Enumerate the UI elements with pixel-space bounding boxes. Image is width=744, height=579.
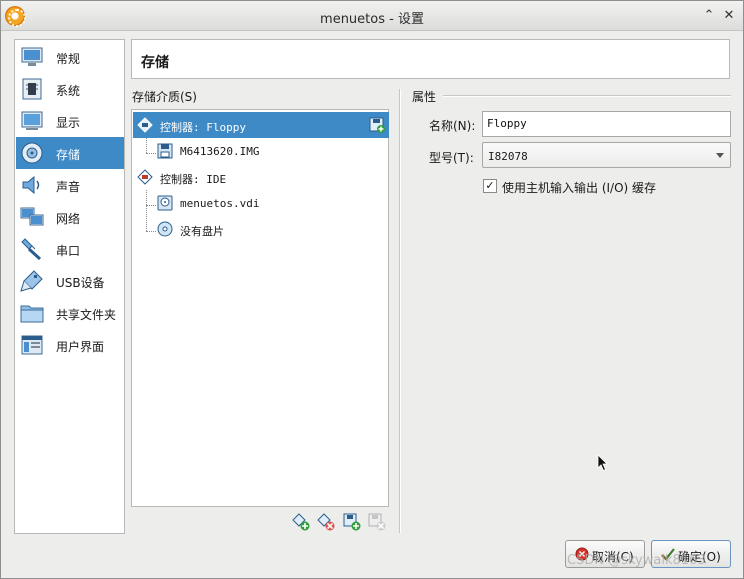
tree-item-label: 控制器: Floppy (160, 121, 246, 134)
display-icon (21, 111, 43, 130)
remove-controller-icon[interactable] (317, 513, 335, 531)
page-title: 存储 (141, 55, 169, 71)
nav-item-network[interactable]: 网络 (16, 201, 124, 233)
tree-item-floppy-image[interactable]: M6413620.IMG (133, 138, 389, 164)
tree-item-label: menuetos.vdi (180, 197, 260, 210)
nav-item-label: 系统 (56, 84, 81, 98)
audio-icon (22, 175, 40, 195)
nav-item-label: 存储 (56, 148, 81, 162)
type-label: 型号(T): (429, 151, 474, 165)
nav-item-label: 共享文件夹 (56, 308, 117, 322)
nav-item-label: 显示 (56, 116, 81, 130)
controller-type-value: I82078 (488, 150, 528, 163)
hard-disk-icon (157, 195, 173, 211)
add-floppy-attachment-icon[interactable] (369, 117, 385, 133)
nav-item-general[interactable]: 常规 (16, 41, 124, 73)
tree-item-hard-disk[interactable]: menuetos.vdi (133, 190, 389, 216)
chevron-down-icon (716, 153, 724, 158)
tree-item-label: 控制器: IDE (160, 173, 227, 186)
floppy-controller-icon (137, 117, 153, 133)
nav-item-usb[interactable]: USB设备 (16, 265, 124, 297)
io-cache-checkbox[interactable]: ✓ (483, 179, 497, 193)
title-bar[interactable]: menuetos - 设置 ⌃ ✕ (1, 1, 743, 31)
watermark-text: CSDN @skywalk8163 (567, 553, 706, 568)
io-cache-label[interactable]: 使用主机输入输出 (I/O) 缓存 (502, 179, 656, 196)
nav-item-audio[interactable]: 声音 (16, 169, 124, 201)
storage-media-label: 存储介质(S) (132, 90, 197, 104)
window-title: menuetos - 设置 (320, 12, 424, 27)
add-attachment-icon[interactable] (343, 513, 361, 531)
remove-attachment-icon (368, 513, 386, 531)
nav-item-display[interactable]: 显示 (16, 105, 124, 137)
attributes-header: 属性 (412, 90, 437, 104)
storage-tree[interactable]: 控制器: Floppy M6413620.IMG 控制器: IDE menuet… (131, 109, 389, 507)
nav-item-label: USB设备 (56, 276, 105, 290)
settings-category-list: 常规 系统 显示 存储 声音 网络 串口 USB设备 共享文件夹 用户界面 (14, 39, 125, 534)
storage-icon (21, 142, 43, 164)
nav-item-serial-port[interactable]: 串口 (16, 233, 124, 265)
usb-icon (20, 270, 43, 292)
add-controller-icon[interactable] (292, 513, 310, 531)
nav-item-shared-folders[interactable]: 共享文件夹 (16, 297, 124, 329)
minimize-icon[interactable]: ⌃ (700, 7, 718, 25)
page-title-panel: 存储 (131, 39, 730, 79)
name-label: 名称(N): (429, 119, 476, 133)
tree-item-optical-drive[interactable]: 没有盘片 (133, 216, 389, 242)
system-icon (22, 78, 42, 100)
nav-item-storage[interactable]: 存储 (16, 137, 124, 169)
tree-item-label: 没有盘片 (180, 225, 224, 238)
nav-item-user-interface[interactable]: 用户界面 (16, 329, 124, 361)
mouse-pointer-icon (597, 454, 608, 472)
nav-item-label: 声音 (56, 180, 81, 194)
optical-disc-icon (157, 221, 173, 237)
nav-item-label: 网络 (56, 212, 81, 226)
network-icon (20, 207, 44, 226)
panel-splitter[interactable] (399, 89, 401, 533)
tree-item-floppy-controller[interactable]: 控制器: Floppy (133, 112, 389, 138)
nav-item-system[interactable]: 系统 (16, 73, 124, 105)
floppy-disk-icon (157, 143, 173, 159)
controller-type-select[interactable]: I82078 (482, 142, 731, 168)
tree-item-label: M6413620.IMG (180, 145, 260, 158)
close-icon[interactable]: ✕ (720, 7, 738, 25)
controller-name-input[interactable]: Floppy (482, 111, 731, 137)
serial-port-icon (21, 238, 42, 261)
nav-item-label: 串口 (56, 244, 81, 258)
nav-item-label: 用户界面 (56, 340, 105, 354)
user-interface-icon (21, 335, 43, 355)
nav-item-label: 常规 (56, 52, 81, 66)
shared-folder-icon (20, 305, 44, 323)
ide-controller-icon (137, 169, 153, 185)
settings-window: menuetos - 设置 ⌃ ✕ 常规 系统 显示 存储 声音 网络 串口 U… (0, 0, 744, 579)
general-icon (21, 47, 43, 66)
attributes-divider (443, 95, 731, 97)
tree-item-ide-controller[interactable]: 控制器: IDE (133, 164, 389, 190)
